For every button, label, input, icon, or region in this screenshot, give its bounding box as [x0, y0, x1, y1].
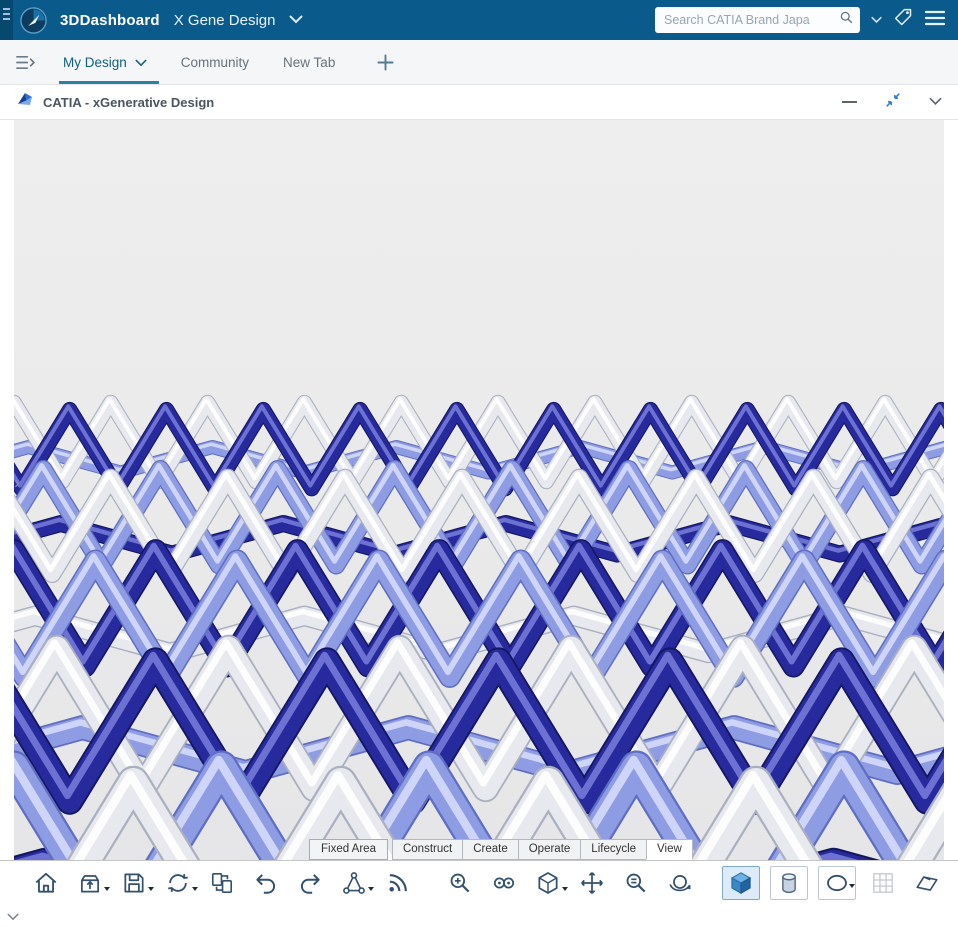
ribbon-area-label: Fixed Area — [309, 839, 388, 860]
add-tab-button[interactable] — [377, 53, 394, 71]
ribbon-tab-create[interactable]: Create — [462, 839, 519, 860]
context-chevron-icon[interactable] — [289, 11, 303, 29]
toolbar-redo[interactable] — [290, 864, 330, 902]
toolbar-clip-plane[interactable] — [907, 864, 947, 902]
toolbar-share[interactable] — [70, 864, 110, 902]
widget-header: CATIA - xGenerative Design — [0, 85, 958, 120]
left-edge-menu[interactable] — [0, 0, 13, 40]
tag-icon[interactable] — [893, 7, 914, 33]
home-icon — [33, 870, 59, 896]
tab-chevron-icon[interactable] — [135, 55, 147, 70]
sync-icon — [165, 870, 191, 896]
ribbon-tab-strip: Fixed Area Construct Create Operate Life… — [309, 839, 693, 860]
toolbar-section[interactable] — [818, 866, 856, 900]
ribbon-tab-label: Operate — [528, 843, 571, 855]
toolbar-undo[interactable] — [246, 864, 286, 902]
save-icon — [121, 870, 147, 896]
tab-label: New Tab — [283, 54, 336, 70]
context-title: X Gene Design — [173, 11, 276, 29]
tab-new-tab[interactable]: New Tab — [275, 40, 361, 84]
examine-icon — [491, 870, 517, 896]
search-scope-chevron-icon[interactable] — [871, 11, 882, 29]
widget-controls — [842, 91, 942, 114]
ribbon-tab-construct[interactable]: Construct — [391, 839, 464, 860]
toolbar-view-cube[interactable] — [528, 864, 568, 902]
redo-icon — [297, 870, 323, 896]
model-lattice — [14, 394, 944, 860]
toolbar-pan[interactable] — [572, 864, 612, 902]
update-icon — [209, 870, 235, 896]
action-bar — [0, 860, 958, 905]
tab-label: My Design — [63, 54, 127, 70]
ribbon-tab-label: Create — [473, 843, 508, 855]
ribbon-tab-lifecycle[interactable]: Lifecycle — [580, 839, 648, 860]
toolbar-rotate[interactable] — [660, 864, 700, 902]
ribbon-tab-label: Lifecycle — [591, 843, 637, 855]
minimize-icon[interactable] — [842, 101, 857, 103]
toolbar-overflow-tool[interactable] — [951, 864, 958, 902]
tab-my-design[interactable]: My Design — [55, 40, 173, 84]
toolbar-zoom[interactable] — [616, 864, 656, 902]
share-icon — [77, 870, 103, 896]
ribbon-tab-operate[interactable]: Operate — [517, 839, 582, 860]
app-title: 3DDashboard — [60, 11, 160, 29]
top-bar: 3DDashboard X Gene Design — [0, 0, 958, 40]
hide-show-icon — [776, 870, 802, 896]
toolbar-hide-show[interactable] — [770, 866, 808, 900]
tab-community[interactable]: Community — [173, 40, 275, 84]
rotate-icon — [667, 870, 693, 896]
dashboard-tab-bar: My Design Community New Tab — [0, 40, 958, 85]
toolbar-shading-mode[interactable] — [722, 866, 760, 900]
dependencies-icon — [341, 870, 367, 896]
clip-plane-icon — [914, 870, 940, 896]
bottom-strip — [0, 905, 958, 924]
menu-icon[interactable] — [924, 10, 946, 31]
tab-label: Community — [180, 54, 250, 70]
search-icon[interactable] — [839, 10, 854, 30]
toolbar-sync[interactable] — [158, 864, 198, 902]
topbar-right — [655, 7, 958, 33]
stream-icon — [385, 870, 411, 896]
toolbar-update[interactable] — [202, 864, 242, 902]
toolbar-zoom-area[interactable] — [440, 864, 480, 902]
widget-chevron-icon[interactable] — [929, 93, 942, 111]
catia-app-icon — [16, 91, 34, 114]
panel-toggle-icon[interactable] — [14, 54, 35, 71]
zoom-area-icon — [447, 870, 473, 896]
collapse-toolbar-chevron-icon[interactable] — [7, 908, 19, 926]
ribbon-tab-label: View — [657, 843, 682, 855]
pan-icon — [579, 870, 605, 896]
toolbar-grid[interactable] — [863, 864, 903, 902]
grid-icon — [870, 870, 896, 896]
undo-icon — [253, 870, 279, 896]
3dexperience-compass-icon[interactable] — [19, 6, 48, 35]
search-box — [655, 7, 860, 33]
toolbar-save[interactable] — [114, 864, 154, 902]
expand-panel-arrow[interactable]: › — [14, 470, 29, 496]
shading-mode-icon — [728, 870, 754, 896]
widget-title: CATIA - xGenerative Design — [43, 94, 215, 110]
search-input[interactable] — [655, 13, 839, 27]
view-cube-icon — [535, 870, 561, 896]
toolbar-stream[interactable] — [378, 864, 418, 902]
ribbon-tab-label: Construct — [402, 843, 453, 855]
collapse-arrows-icon[interactable] — [884, 91, 902, 114]
ribbon-tab-view[interactable]: View — [646, 839, 693, 860]
section-icon — [824, 870, 850, 896]
toolbar-home[interactable] — [26, 864, 66, 902]
3d-viewport[interactable]: › Fixed Area Construct Create Operate Li… — [14, 120, 944, 860]
toolbar-examine[interactable] — [484, 864, 524, 902]
toolbar-dependencies[interactable] — [334, 864, 374, 902]
zoom-icon — [623, 870, 649, 896]
titles: 3DDashboard X Gene Design — [60, 11, 303, 29]
